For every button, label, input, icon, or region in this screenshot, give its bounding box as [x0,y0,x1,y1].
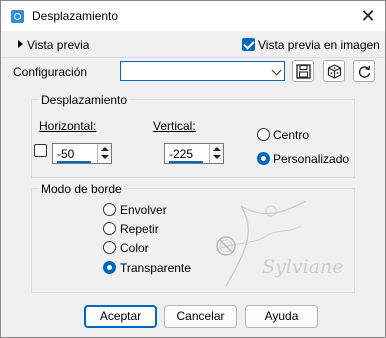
dialog-window: Desplazamiento ✕ Vista previa Vista prev… [0,0,386,338]
color-radio-label[interactable]: Color [120,241,149,255]
app-icon [11,10,24,23]
save-icon [296,64,311,79]
ok-button[interactable]: Aceptar [84,305,157,328]
horizontal-value[interactable]: -50 [57,147,74,161]
title-bar: Desplazamiento ✕ [1,1,385,31]
vertical-spinner[interactable]: -225 [164,143,224,164]
center-radio[interactable] [257,128,270,141]
live-preview-label[interactable]: Vista previa en imagen [258,38,380,52]
config-label: Configuración [13,65,88,79]
live-preview-checkbox[interactable] [242,38,255,51]
horizontal-spinner[interactable]: -50 [52,143,112,164]
dice-icon [327,64,342,79]
expand-preview-icon[interactable] [18,40,23,48]
close-icon[interactable]: ✕ [356,4,380,28]
vertical-label: Vertical: [153,119,196,133]
save-preset-button[interactable] [292,60,314,82]
edge-mode-group-title: Modo de borde [39,182,124,196]
divider [1,57,385,58]
custom-radio[interactable] [257,152,270,165]
cancel-button[interactable]: Cancelar [164,305,237,328]
wrap-radio[interactable] [103,203,116,216]
help-button[interactable]: Ayuda [245,305,318,328]
displacement-group-title: Desplazamiento [39,93,130,107]
repeat-radio-label[interactable]: Repetir [120,222,159,236]
window-title: Desplazamiento [32,9,119,23]
vertical-stepper[interactable] [209,144,223,163]
focus-underline [169,161,203,163]
signature-watermark: Sylviane [215,200,343,287]
arrow-down-icon[interactable] [101,155,109,159]
watermark-text: Sylviane [262,256,343,278]
random-button[interactable] [323,60,345,82]
arrow-up-icon[interactable] [213,147,221,151]
chevron-down-icon [271,65,282,76]
link-checkbox[interactable] [34,144,47,157]
preview-toggle-label[interactable]: Vista previa [27,38,89,52]
arrow-down-icon[interactable] [213,155,221,159]
center-radio-label[interactable]: Centro [273,128,309,142]
focus-underline [57,161,91,163]
reset-icon [358,65,371,78]
transparent-radio-label[interactable]: Transparente [120,261,191,275]
wrap-radio-label[interactable]: Envolver [120,203,167,217]
config-combo[interactable] [120,61,285,81]
custom-radio-label[interactable]: Personalizado [273,152,349,166]
transparent-radio[interactable] [103,261,116,274]
reset-button[interactable] [353,60,375,82]
vertical-value[interactable]: -225 [169,147,193,161]
color-radio[interactable] [103,241,116,254]
horizontal-stepper[interactable] [97,144,111,163]
horizontal-label: Horizontal: [39,119,97,133]
arrow-up-icon[interactable] [101,147,109,151]
repeat-radio[interactable] [103,222,116,235]
